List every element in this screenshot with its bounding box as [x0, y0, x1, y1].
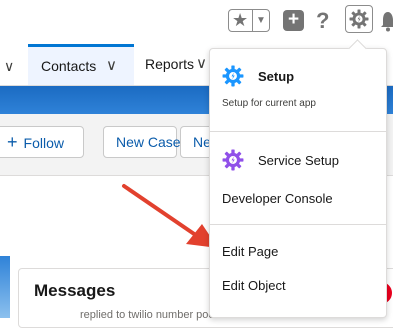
chevron-down-icon[interactable]: ∨ [4, 58, 14, 75]
gear-icon [349, 9, 369, 29]
favorites-button-group[interactable]: ★ ▼ [228, 9, 270, 32]
tab-label: Reports [145, 56, 195, 72]
chevron-down-icon[interactable]: ∨ [106, 56, 117, 74]
decorative-strip [0, 256, 10, 318]
menu-item-setup[interactable]: Setup [258, 69, 294, 84]
follow-label: Follow [23, 135, 64, 151]
menu-item-service-setup[interactable]: Service Setup [258, 153, 339, 168]
question-icon[interactable]: ? [316, 8, 329, 34]
menu-item-edit-page[interactable]: Edit Page [222, 244, 278, 259]
chevron-down-icon[interactable]: ∨ [196, 54, 207, 72]
red-arrow-annotation [122, 184, 218, 248]
menu-divider [210, 131, 386, 132]
menu-divider [210, 224, 386, 225]
new-case-label: New Case [116, 134, 181, 150]
setup-gear-icon [222, 65, 244, 87]
plus-icon[interactable]: + [283, 10, 304, 31]
follow-button[interactable]: + Follow [0, 126, 84, 158]
bell-icon[interactable] [381, 10, 393, 32]
divider [252, 10, 253, 31]
menu-item-edit-object[interactable]: Edit Object [222, 278, 286, 293]
menu-item-developer-console[interactable]: Developer Console [222, 191, 333, 206]
tab-label: Contacts [41, 58, 97, 74]
caret-down-icon[interactable]: ▼ [256, 10, 266, 31]
menu-item-setup-subtitle[interactable]: Setup for current app [222, 98, 316, 109]
setup-gear-button[interactable] [345, 5, 373, 33]
star-icon[interactable]: ★ [232, 10, 248, 31]
card-title: Messages [34, 281, 116, 300]
new-case-button[interactable]: New Case [103, 126, 181, 158]
tab-contacts[interactable]: Contacts ∨ [28, 44, 134, 85]
service-setup-gear-icon [222, 149, 244, 171]
plus-icon: + [7, 132, 18, 152]
card-subtitle: replied to twilio number pool [80, 309, 217, 321]
global-header [0, 0, 393, 44]
